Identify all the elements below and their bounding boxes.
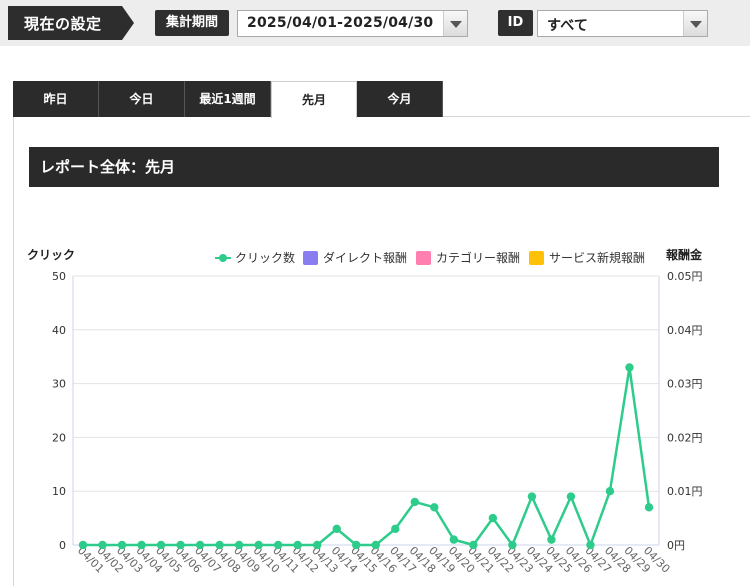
y2-tick-label: 0.05円 — [667, 270, 703, 283]
clicks-data-point — [137, 540, 146, 550]
clicks-series-line — [83, 366, 651, 547]
y-axis-title: クリック — [27, 248, 75, 262]
clicks-data-point — [156, 540, 166, 550]
clicks-data-point — [78, 540, 88, 550]
clicks-data-point — [625, 363, 634, 372]
clicks-data-point — [644, 503, 654, 512]
clicks-data-point — [273, 540, 283, 550]
clicks-data-point — [410, 497, 419, 507]
y-tick-label: 20 — [52, 431, 66, 444]
legend-label: サービス新規報酬 — [549, 250, 645, 265]
legend-label: クリック数 — [235, 250, 295, 265]
legend-swatch — [416, 251, 431, 265]
clicks-data-point — [566, 492, 576, 501]
clicks-data-point — [176, 540, 185, 550]
legend-point-marker — [219, 254, 227, 262]
legend-swatch — [529, 251, 544, 265]
y-tick-label: 0 — [59, 539, 66, 552]
clicks-data-point — [605, 487, 615, 496]
clicks-data-point — [449, 535, 459, 544]
clicks-data-point — [117, 540, 127, 550]
y2-tick-label: 0.04円 — [667, 324, 703, 337]
clicks-data-point — [430, 503, 439, 512]
clicks-data-point — [332, 524, 341, 534]
y2-tick-label: 0.03円 — [667, 378, 703, 391]
clicks-data-point — [371, 540, 380, 550]
y-tick-label: 50 — [52, 270, 66, 283]
clicks-data-point — [586, 540, 595, 550]
clicks-data-point — [195, 540, 205, 550]
y-tick-label: 30 — [52, 378, 66, 391]
clicks-data-point — [313, 540, 322, 550]
clicks-chart: 0 10 20 30 40 50 0円 0.01円 0.02円 0.03円 0.04円 0.05円 クリ… — [27, 247, 703, 576]
y-tick-label: 40 — [52, 324, 66, 337]
clicks-data-point — [527, 492, 537, 501]
clicks-data-point — [293, 540, 302, 550]
clicks-data-point — [215, 540, 224, 550]
clicks-data-point — [234, 540, 244, 550]
y2-axis-title: 報酬金 — [666, 247, 703, 262]
clicks-data-point — [547, 535, 556, 544]
legend-swatch — [303, 251, 318, 265]
y2-tick-label: 0.01円 — [667, 485, 703, 498]
clicks-data-point — [352, 540, 361, 550]
clicks-data-point — [508, 540, 517, 550]
clicks-data-point — [488, 513, 498, 523]
clicks-data-point — [98, 540, 107, 550]
legend-label: ダイレクト報酬 — [323, 250, 407, 265]
clicks-data-point — [391, 524, 400, 534]
legend-label: カテゴリー報酬 — [436, 250, 520, 265]
y-tick-label: 10 — [52, 485, 66, 498]
clicks-data-point — [254, 540, 263, 550]
clicks-data-point — [469, 540, 478, 550]
y2-tick-label: 0円 — [667, 539, 685, 552]
y2-tick-label: 0.02円 — [667, 431, 703, 444]
